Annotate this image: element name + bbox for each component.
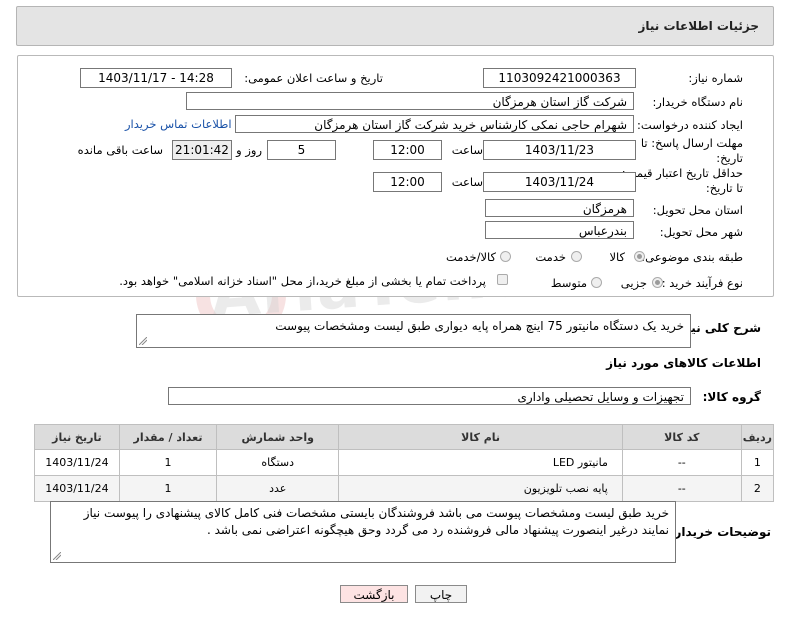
process-radio-medium[interactable] [591,277,602,288]
cell-row-number: 2 [740,475,775,502]
treasury-payment-note: پرداخت تمام یا بخشی از مبلغ خرید،از محل … [119,274,486,288]
need-number-label: شماره نیاز: [688,71,743,85]
category-option-goods: کالا [609,250,625,264]
buyer-notes-text: خرید طبق لیست ومشخصات پیوست می باشد فروش… [83,506,669,537]
category-label: طبقه بندی موضوعی: [641,250,743,264]
deadline-time-field[interactable]: 12:00 [373,140,442,160]
validity-label: حداقل تاریخ اعتبار قیمت: تا تاریخ: [621,166,743,195]
days-remaining-field[interactable]: 5 [267,140,336,160]
cell-need-date: 1403/11/24 [34,475,120,502]
validity-date-field[interactable]: 1403/11/24 [483,172,636,192]
category-radio-service[interactable] [571,251,582,262]
cell-quantity: 1 [118,449,218,476]
cell-quantity: 1 [118,475,218,502]
col-item-name: نام کالا [338,424,623,450]
city-field[interactable]: بندرعباس [485,221,634,239]
deadline-label: مهلت ارسال پاسخ: تا تاریخ: [640,136,743,165]
category-option-both: کالا/خدمت [445,250,496,264]
days-label: روز و [236,143,262,157]
print-button[interactable]: چاپ [415,585,467,603]
col-quantity: تعداد / مقدار [118,424,218,450]
items-table: ردیف کد کالا نام کالا واحد شمارش تعداد /… [34,424,775,502]
cell-item-name: مانیتور LED [338,449,623,476]
remaining-time-field: 21:01:42 [172,140,232,160]
goods-section-title: اطلاعات کالاهای مورد نیاز [606,356,761,370]
buyer-notes-label: توضیحات خریدار: [669,525,771,539]
validity-time-label: ساعت [451,175,483,189]
validity-time-field[interactable]: 12:00 [373,172,442,192]
treasury-payment-checkbox[interactable] [497,274,508,285]
page-header: جزئیات اطلاعات نیاز [16,6,774,46]
cell-item-code: -- [621,449,742,476]
page-title: جزئیات اطلاعات نیاز [638,19,759,33]
buyer-contact-link[interactable]: اطلاعات تماس خریدار [125,117,232,131]
process-option-minor: جزیی [620,276,647,290]
cell-row-number: 1 [740,449,775,476]
col-row-number: ردیف [740,424,775,450]
col-need-date: تاریخ نیاز [34,424,120,450]
goods-group-field[interactable]: تجهیزات و وسایل تحصیلی واداری [168,387,691,405]
city-label: شهر محل تحویل: [659,225,743,239]
remaining-label: ساعت باقی مانده [77,143,163,157]
resize-grip-icon[interactable] [139,337,147,345]
process-option-medium: متوسط [550,276,587,290]
table-row[interactable]: 2 -- پایه نصب تلویزیون عدد 1 1403/11/24 [34,475,775,502]
cell-unit: دستگاه [216,449,340,476]
back-button[interactable]: بازگشت [340,585,408,603]
col-unit: واحد شمارش [216,424,340,450]
resize-grip-icon[interactable] [53,552,61,560]
goods-group-label: گروه کالا: [702,390,761,404]
requester-label: ایجاد کننده درخواست: [637,118,743,132]
province-field[interactable]: هرمزگان [485,199,634,217]
category-radio-both[interactable] [500,251,511,262]
buyer-org-label: نام دستگاه خریدار: [652,95,743,109]
deadline-date-field[interactable]: 1403/11/23 [483,140,636,160]
description-text: خرید یک دستگاه مانیتور 75 اینچ همراه پای… [275,319,684,333]
table-header-row: ردیف کد کالا نام کالا واحد شمارش تعداد /… [34,424,775,450]
buyer-org-field[interactable]: شرکت گاز استان هرمزگان [186,92,634,110]
cell-item-code: -- [621,475,742,502]
process-radio-minor[interactable] [652,277,663,288]
table-row[interactable]: 1 -- مانیتور LED دستگاه 1 1403/11/24 [34,449,775,476]
announce-datetime-field[interactable]: 1403/11/17 - 14:28 [80,68,232,88]
deadline-time-label: ساعت [451,143,483,157]
cell-unit: عدد [216,475,340,502]
requester-field[interactable]: شهرام حاجی نمکی کارشناس خرید شرکت گاز اس… [235,115,634,133]
buyer-notes-textarea[interactable]: خرید طبق لیست ومشخصات پیوست می باشد فروش… [50,501,676,563]
announce-label: تاریخ و ساعت اعلان عمومی: [244,71,383,85]
col-item-code: کد کالا [621,424,742,450]
province-label: استان محل تحویل: [652,203,743,217]
process-label: نوع فرآیند خرید : [661,276,743,290]
description-textarea[interactable]: خرید یک دستگاه مانیتور 75 اینچ همراه پای… [136,314,691,348]
cell-item-name: پایه نصب تلویزیون [338,475,623,502]
cell-need-date: 1403/11/24 [34,449,120,476]
category-radio-goods[interactable] [634,251,645,262]
category-option-service: خدمت [535,250,566,264]
need-number-field[interactable]: 1103092421000363 [483,68,636,88]
